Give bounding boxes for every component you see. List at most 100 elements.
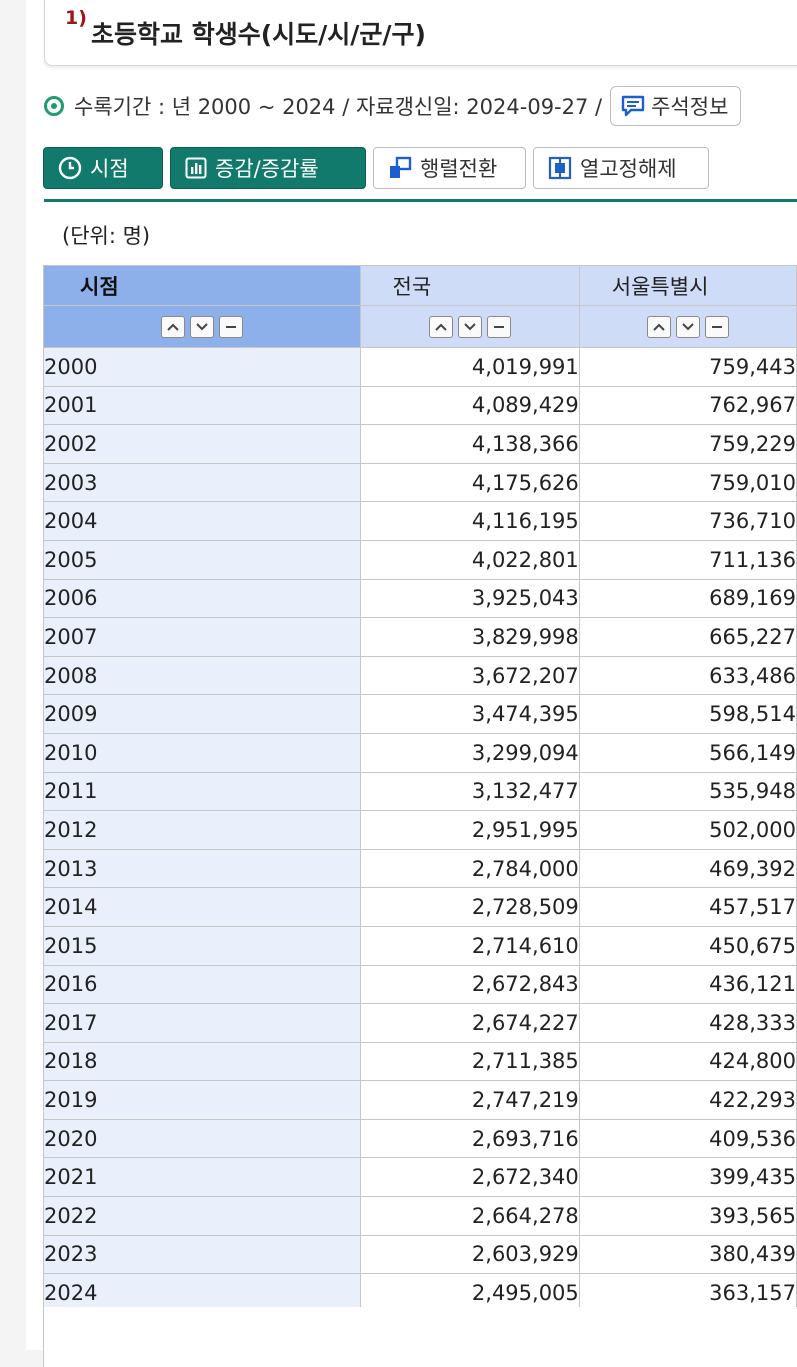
table-row: 2004 4,116,195 736,710	[43, 501, 797, 541]
collapse-icon[interactable]	[486, 315, 511, 338]
national-cell: 2,603,929	[359, 1234, 580, 1275]
table-row: 2010 3,299,094 566,149	[43, 732, 797, 773]
seoul-cell: 689,169	[578, 578, 797, 619]
collapse-icon[interactable]	[218, 315, 243, 338]
year-cell: 2015	[43, 925, 361, 966]
year-cell: 2011	[43, 771, 361, 812]
time-button[interactable]: 시점	[43, 147, 163, 189]
national-cell: 4,138,366	[359, 424, 580, 464]
year-cell: 2010	[43, 732, 361, 773]
year-cell: 2018	[43, 1041, 361, 1082]
page: 1) 초등학교 학생수(시도/시/군/구) 수록기간 : 년 2000 ~ 20…	[26, 0, 797, 1367]
column-unfix-icon	[548, 156, 572, 180]
seoul-cell: 450,675	[578, 925, 797, 966]
sort-controls-national	[359, 305, 580, 348]
year-cell: 2000	[43, 347, 361, 387]
seoul-cell: 424,800	[578, 1041, 797, 1082]
national-cell: 2,784,000	[359, 848, 580, 889]
sort-descending-icon[interactable]	[189, 315, 214, 338]
seoul-cell: 393,565	[578, 1196, 797, 1236]
year-cell: 2014	[43, 887, 361, 927]
unit-label: (단위: 명)	[62, 224, 151, 248]
title-footnote-marker: 1)	[65, 7, 87, 29]
period-text: 수록기간 : 년 2000 ~ 2024 / 자료갱신일: 2024-09-27…	[74, 95, 603, 119]
year-cell: 2007	[43, 617, 361, 657]
year-cell: 2023	[43, 1234, 361, 1275]
national-cell: 2,714,610	[359, 925, 580, 966]
data-table: 시점 전국 서울특별시 2000 4,019,991 759,443 2001 …	[43, 265, 797, 1313]
seoul-cell: 457,517	[578, 887, 797, 927]
column-header-national[interactable]: 전국	[359, 265, 580, 306]
seoul-cell: 380,439	[578, 1234, 797, 1275]
change-rate-button[interactable]: 증감/증감률	[170, 147, 366, 189]
sort-descending-icon[interactable]	[675, 315, 700, 338]
note-info-button[interactable]: 주석정보	[610, 86, 742, 126]
table-body: 2000 4,019,991 759,443 2001 4,089,429 762,967…	[43, 347, 797, 1313]
national-cell: 2,693,716	[359, 1118, 580, 1159]
year-cell: 2003	[43, 462, 361, 503]
seoul-cell: 711,136	[578, 539, 797, 580]
table-row: 2001 4,089,429 762,967	[43, 385, 797, 426]
national-cell: 2,711,385	[359, 1041, 580, 1082]
table-footer-area	[43, 1307, 797, 1367]
column-header-time[interactable]: 시점	[43, 265, 361, 306]
national-cell: 2,672,340	[359, 1157, 580, 1198]
year-cell: 2002	[43, 424, 361, 464]
national-cell: 4,175,626	[359, 462, 580, 503]
sort-ascending-icon[interactable]	[646, 315, 671, 338]
seoul-cell: 436,121	[578, 964, 797, 1005]
page-title: 초등학교 학생수(시도/시/군/구)	[91, 20, 426, 49]
title-box: 1) 초등학교 학생수(시도/시/군/구)	[44, 0, 797, 66]
sort-ascending-icon[interactable]	[428, 315, 453, 338]
seoul-cell: 759,229	[578, 424, 797, 464]
sort-ascending-icon[interactable]	[160, 315, 185, 338]
table-row: 2012 2,951,995 502,000	[43, 810, 797, 850]
divider	[44, 199, 797, 202]
column-header-seoul[interactable]: 서울특별시	[578, 265, 797, 306]
table-row: 2018 2,711,385 424,800	[43, 1041, 797, 1082]
national-cell: 3,132,477	[359, 771, 580, 812]
unfix-columns-label: 열고정해제	[580, 157, 677, 181]
table-row: 2017 2,674,227 428,333	[43, 1003, 797, 1043]
national-cell: 4,019,991	[359, 347, 580, 387]
collapse-icon[interactable]	[704, 315, 729, 338]
year-cell: 2016	[43, 964, 361, 1005]
year-cell: 2008	[43, 655, 361, 696]
year-cell: 2021	[43, 1157, 361, 1198]
table-row: 2022 2,664,278 393,565	[43, 1196, 797, 1236]
year-cell: 2019	[43, 1080, 361, 1120]
table-row: 2020 2,693,716 409,536	[43, 1118, 797, 1159]
year-cell: 2001	[43, 385, 361, 426]
target-icon	[44, 96, 64, 116]
unfix-columns-button[interactable]: 열고정해제	[533, 147, 709, 189]
seoul-cell: 428,333	[578, 1003, 797, 1043]
table-row: 2005 4,022,801 711,136	[43, 539, 797, 580]
national-cell: 4,022,801	[359, 539, 580, 580]
table-row: 2019 2,747,219 422,293	[43, 1080, 797, 1120]
national-cell: 2,747,219	[359, 1080, 580, 1120]
sort-descending-icon[interactable]	[457, 315, 482, 338]
pivot-icon	[388, 156, 412, 180]
seoul-cell: 469,392	[578, 848, 797, 889]
toolbar: 시점 증감/증감률 행렬전환 열고정해제	[43, 147, 709, 189]
seoul-cell: 502,000	[578, 810, 797, 850]
year-cell: 2017	[43, 1003, 361, 1043]
national-cell: 2,664,278	[359, 1196, 580, 1236]
seoul-cell: 665,227	[578, 617, 797, 657]
table-row: 2021 2,672,340 399,435	[43, 1157, 797, 1198]
table-row: 2007 3,829,998 665,227	[43, 617, 797, 657]
pivot-button[interactable]: 행렬전환	[373, 147, 526, 189]
seoul-cell: 759,010	[578, 462, 797, 503]
year-cell: 2005	[43, 539, 361, 580]
national-cell: 3,474,395	[359, 694, 580, 734]
year-cell: 2004	[43, 501, 361, 541]
year-cell: 2013	[43, 848, 361, 889]
table-row: 2011 3,132,477 535,948	[43, 771, 797, 812]
seoul-cell: 535,948	[578, 771, 797, 812]
seoul-cell: 598,514	[578, 694, 797, 734]
national-cell: 2,672,843	[359, 964, 580, 1005]
table-row: 2006 3,925,043 689,169	[43, 578, 797, 619]
national-cell: 4,116,195	[359, 501, 580, 541]
table-row: 2016 2,672,843 436,121	[43, 964, 797, 1005]
bar-chart-icon	[185, 157, 207, 179]
